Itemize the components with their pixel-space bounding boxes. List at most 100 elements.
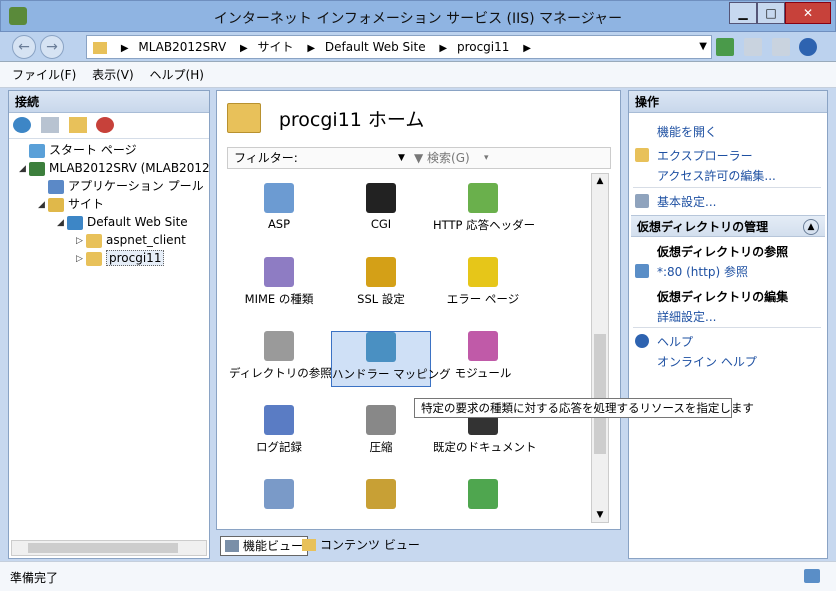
tree-node[interactable]: スタート ページ [19, 141, 137, 159]
feature-label: ハンドラー マッピング [332, 367, 451, 381]
stop-icon[interactable] [743, 38, 762, 56]
tree-node-label: Default Web Site [87, 215, 188, 229]
feature-item[interactable] [433, 479, 533, 523]
filter-icon: ▼ [414, 151, 428, 165]
maximize-button[interactable]: □ [757, 2, 785, 24]
advanced-settings-link[interactable]: 詳細設定... [657, 308, 716, 325]
help-icon[interactable] [799, 38, 818, 56]
breadcrumb-item[interactable]: サイト [258, 36, 294, 58]
breadcrumb[interactable]: ▶ MLAB2012SRV ▶ サイト ▶ Default Web Site ▶… [86, 35, 712, 59]
tree-node[interactable]: ◢ サイト [38, 195, 104, 214]
tree-node-label: aspnet_client [106, 233, 186, 247]
feature-item[interactable]: ログ記録 [229, 405, 329, 461]
compression-icon [366, 405, 396, 435]
scroll-thumb[interactable] [28, 543, 178, 553]
vdir-section-header[interactable]: 仮想ディレクトリの管理 ▲ [631, 215, 825, 237]
scroll-down-icon[interactable]: ▼ [592, 510, 608, 520]
scroll-thumb[interactable] [594, 334, 606, 454]
connections-toolbar [9, 113, 209, 139]
feature-item[interactable]: モジュール [433, 331, 533, 387]
feature-item[interactable]: ASP [229, 183, 329, 239]
tab-features-view[interactable]: 機能ビュー [220, 536, 309, 556]
feature-item[interactable]: ディレクトリの参照 [229, 331, 332, 387]
app-folder-icon [227, 103, 261, 133]
window-title: インターネット インフォメーション サービス (IIS) マネージャー [213, 11, 623, 27]
feature-item[interactable] [229, 479, 329, 523]
save-icon[interactable] [40, 117, 59, 133]
browse-http-link[interactable]: *:80 (http) 参照 [657, 263, 748, 280]
asp-icon [264, 183, 294, 213]
connections-hscrollbar[interactable] [11, 540, 207, 556]
feature-item[interactable]: SSL 設定 [331, 257, 431, 313]
breadcrumb-item[interactable]: MLAB2012SRV [138, 36, 226, 58]
feature-vscrollbar[interactable]: ▲ ▼ [591, 173, 609, 523]
collapse-icon[interactable]: ▲ [803, 219, 819, 235]
tab-content-view[interactable]: コンテンツ ビュー [298, 536, 424, 556]
features-view-icon [225, 540, 239, 552]
basic-settings-link[interactable]: 基本設定... [657, 193, 716, 210]
feature-item[interactable]: HTTP 応答ヘッダー [433, 183, 535, 239]
page-title: procgi11 ホーム [278, 108, 425, 131]
folder-icon [86, 233, 102, 248]
logging-icon [264, 405, 294, 435]
online-help-link[interactable]: オンライン ヘルプ [657, 353, 757, 370]
help-link[interactable]: ヘルプ [657, 333, 693, 350]
back-button[interactable]: ← [12, 35, 36, 59]
http-headers-icon [468, 183, 498, 213]
tree-node[interactable]: ◢ MLAB2012SRV (MLAB2012 [19, 159, 210, 178]
page-title-area: procgi11 ホーム [227, 103, 424, 133]
chevron-down-icon[interactable]: ▾ [484, 148, 489, 168]
disconnect-icon[interactable] [96, 117, 115, 133]
expand-toggle-icon[interactable]: ▷ [76, 232, 86, 250]
filter-label: フィルター: [234, 151, 298, 165]
feature-label: ログ記録 [256, 440, 302, 454]
mime-icon [264, 257, 294, 287]
feature-label: SSL 設定 [357, 292, 405, 306]
address-folder-icon [93, 41, 107, 54]
menu-view[interactable]: 表示(V) [92, 62, 134, 88]
open-feature-link[interactable]: 機能を開く [657, 123, 717, 140]
tree-node[interactable]: アプリケーション プール [38, 177, 204, 195]
search-button[interactable]: ▼ 検索(G) [414, 148, 470, 168]
explorer-link[interactable]: エクスプローラー [657, 147, 753, 164]
expand-toggle-icon[interactable]: ◢ [19, 160, 29, 178]
tree-node[interactable]: ◢ Default Web Site [57, 213, 188, 232]
forward-button[interactable]: → [40, 35, 64, 59]
chevron-down-icon[interactable]: ▼ [699, 36, 707, 58]
feature-grid: ASP CGI HTTP 応答ヘッダー MIME の種類 SSL 設定 エラー ページディ… [227, 175, 591, 523]
tree-node[interactable]: ▷ procgi11 [76, 249, 165, 268]
home-icon[interactable] [771, 38, 790, 56]
menu-help[interactable]: ヘルプ(H) [150, 62, 204, 88]
toolbar-icons [716, 38, 823, 56]
expand-toggle-icon[interactable]: ◢ [38, 196, 48, 214]
feature-label: モジュール [454, 366, 512, 380]
feature-item[interactable]: CGI [331, 183, 431, 239]
close-button[interactable]: ✕ [785, 2, 831, 24]
breadcrumb-separator-icon: ▶ [120, 43, 129, 54]
edit-permissions-link[interactable]: アクセス許可の編集... [657, 167, 776, 184]
feature-panel: procgi11 ホーム フィルター: ▼ ▼ 検索(G) ▾ ASP CGI HT… [216, 90, 621, 530]
minimize-button[interactable]: ▁ [729, 2, 757, 24]
app-folder-icon [86, 251, 102, 266]
expand-toggle-icon[interactable]: ◢ [57, 214, 67, 232]
up-folder-icon[interactable] [68, 117, 87, 133]
scroll-up-icon[interactable]: ▲ [592, 176, 608, 186]
feature-item[interactable]: MIME の種類 [229, 257, 329, 313]
feature-item[interactable] [331, 479, 431, 523]
feature-item[interactable]: エラー ページ [433, 257, 533, 313]
breadcrumb-item[interactable]: procgi11 [457, 36, 509, 58]
connect-icon[interactable] [13, 117, 31, 133]
handler-mapping-icon [366, 332, 396, 362]
tree-node[interactable]: ▷ aspnet_client [76, 231, 186, 250]
refresh-icon[interactable] [716, 38, 734, 56]
actions-header: 操作 [629, 91, 827, 113]
connections-header: 接続 [9, 91, 209, 113]
server-icon [29, 161, 45, 176]
menu-file[interactable]: ファイル(F) [12, 62, 76, 88]
feature-item[interactable]: ハンドラー マッピング [331, 331, 451, 387]
expand-toggle-icon[interactable]: ▷ [76, 250, 86, 268]
breadcrumb-item[interactable]: Default Web Site [325, 36, 426, 58]
separator [633, 327, 821, 328]
chevron-down-icon[interactable]: ▼ [398, 148, 405, 168]
network-status-icon [804, 569, 820, 583]
